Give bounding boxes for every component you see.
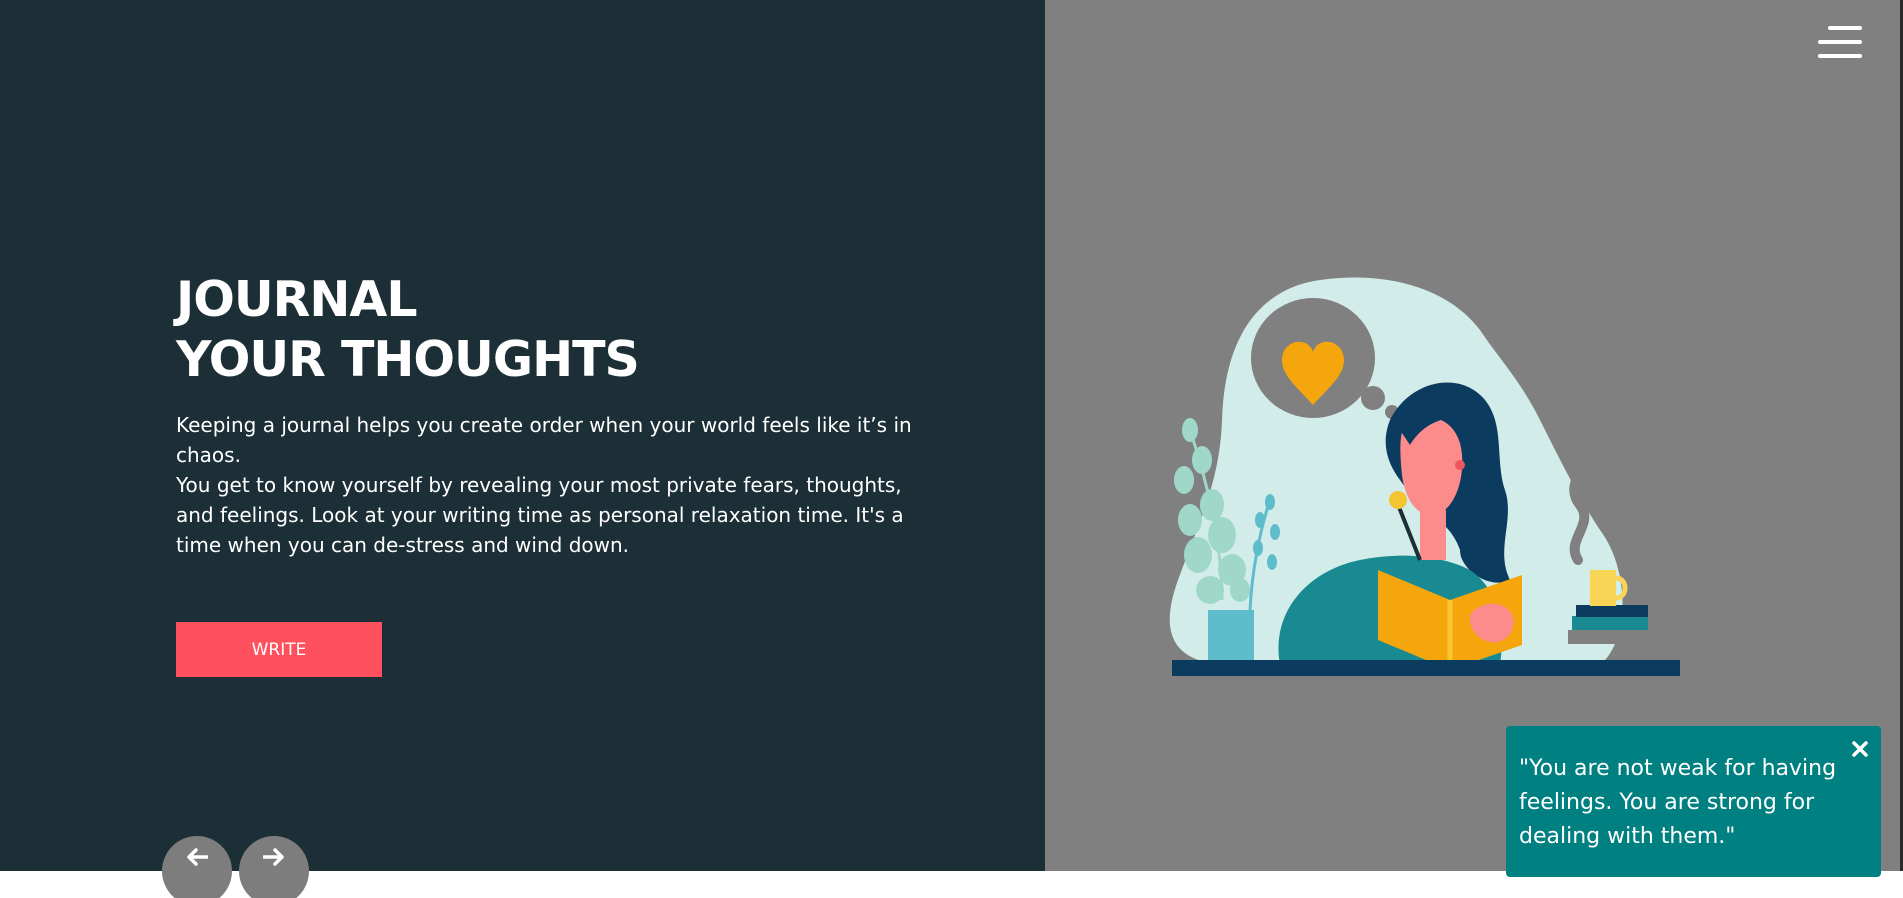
coffee-mug [1590, 570, 1616, 606]
journaling-illustration [1169, 277, 1680, 676]
thought-bubble-dot-large [1361, 386, 1385, 410]
write-button[interactable]: WRITE [176, 622, 382, 677]
quote-close-button[interactable] [1847, 736, 1873, 762]
hero-title-line-2: YOUR THOUGHTS [176, 331, 640, 388]
hero-title: JOURNAL YOUR THOUGHTS [176, 270, 640, 390]
hero-title-line-1: JOURNAL [176, 271, 418, 328]
hamburger-menu-button[interactable] [1818, 26, 1862, 62]
stack-book-3 [1576, 605, 1648, 617]
hero-panel: JOURNAL YOUR THOUGHTS Keeping a journal … [0, 0, 1045, 871]
pencil-flower [1389, 491, 1407, 509]
arrow-right-icon [263, 848, 284, 866]
hero-description: Keeping a journal helps you create order… [176, 410, 916, 560]
hero-paragraph-2: You get to know yourself by revealing yo… [176, 473, 904, 557]
carousel-prev-button[interactable] [162, 836, 232, 898]
carousel-next-button[interactable] [239, 836, 309, 898]
arrow-left-icon [187, 848, 208, 866]
quote-toast: "You are not weak for having feelings. Y… [1506, 726, 1881, 877]
woman-cheek [1455, 460, 1465, 470]
plant-pot [1208, 610, 1254, 665]
stack-book-2 [1572, 616, 1648, 630]
desk [1172, 660, 1680, 676]
stack-book-1 [1568, 630, 1648, 644]
woman-neck [1420, 510, 1446, 560]
close-icon [1852, 741, 1868, 757]
quote-text: "You are not weak for having feelings. Y… [1519, 756, 1837, 849]
hero-paragraph-1: Keeping a journal helps you create order… [176, 413, 912, 467]
landing-page: JOURNAL YOUR THOUGHTS Keeping a journal … [0, 0, 1903, 898]
